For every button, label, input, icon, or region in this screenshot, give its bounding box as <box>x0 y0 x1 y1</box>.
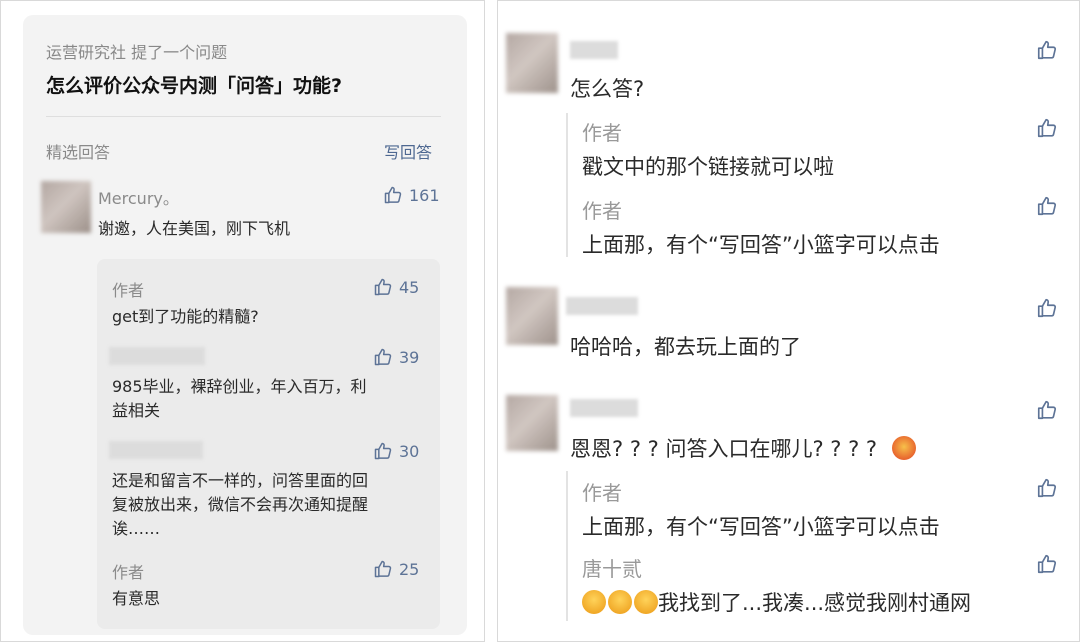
avatar[interactable] <box>506 33 558 93</box>
reply-like-button[interactable]: 25 <box>373 559 419 579</box>
avatar[interactable] <box>41 181 91 233</box>
reply-text-line: 诶…… <box>112 519 161 538</box>
reply-text-line: 复被放出来，微信不会再次通知提醒 <box>112 495 369 514</box>
divider <box>46 116 441 117</box>
reply-text-line: 益相关 <box>112 401 161 420</box>
reply-text-line: 还是和留言不一样的，问答里面的回 <box>112 471 369 490</box>
comment-text: 哈哈哈，都去玩上面的了 <box>570 335 801 359</box>
reply-author[interactable]: 作者 <box>582 477 622 506</box>
reply-like-button[interactable] <box>1036 195 1058 217</box>
reply-author-blurred[interactable] <box>109 441 203 459</box>
like-count: 25 <box>399 559 420 579</box>
avatar[interactable] <box>506 395 558 451</box>
thumbs-up-icon <box>374 348 392 366</box>
comment-text-content: 恩恩? ? ? 问答入口在哪儿? ? ? ? <box>570 437 878 461</box>
reply-thread-line <box>566 113 568 257</box>
write-answer-link[interactable]: 写回答 <box>384 139 432 163</box>
tears-of-joy-emoji <box>608 590 632 614</box>
question-asker: 运营研究社 提了一个问题 <box>46 43 228 62</box>
reply-like-button[interactable]: 39 <box>373 347 419 367</box>
comment-text: 怎么答? <box>570 77 645 101</box>
reply-like-button[interactable]: 30 <box>373 441 419 461</box>
question-title[interactable]: 怎么评价公众号内测「问答」功能? <box>46 71 342 98</box>
reply-text: get到了功能的精髓? <box>112 307 259 326</box>
reply-text: 上面那，有个“写回答”小篮字可以点击 <box>582 515 940 539</box>
commenter-name-blurred[interactable] <box>566 297 638 315</box>
reply-text: 我找到了...我凑...感觉我刚村通网 <box>582 587 971 617</box>
reply-like-button[interactable]: 45 <box>373 277 419 297</box>
thumbs-up-icon <box>374 442 392 460</box>
reply-author-blurred[interactable] <box>109 347 205 365</box>
flushed-face-emoji <box>891 436 916 460</box>
comment-like-button[interactable] <box>1036 39 1058 61</box>
answer-like-button[interactable]: 161 <box>383 185 440 205</box>
reply-author[interactable]: 唐十贰 <box>582 553 642 582</box>
like-count: 39 <box>399 347 420 367</box>
reply-like-button[interactable] <box>1036 477 1058 499</box>
thumbs-up-icon <box>374 560 392 578</box>
answer-text: 谢邀，人在美国，刚下飞机 <box>98 219 291 238</box>
commenter-name-blurred[interactable] <box>570 399 638 417</box>
thumbs-up-icon <box>374 278 392 296</box>
reply-thread-line <box>566 471 568 621</box>
reply-like-button[interactable] <box>1036 117 1058 139</box>
thumbs-up-icon <box>1037 40 1057 60</box>
reply-author[interactable]: 作者 <box>112 559 144 583</box>
avatar[interactable] <box>506 287 558 345</box>
like-count: 30 <box>399 441 420 461</box>
thumbs-up-icon <box>1037 118 1057 138</box>
reply-text: 985毕业，裸辞创业，年入百万，利 益相关 <box>112 375 367 423</box>
reply-text: 上面那，有个“写回答”小篮字可以点击 <box>582 233 940 257</box>
like-count: 161 <box>409 185 440 205</box>
like-count: 45 <box>399 277 420 297</box>
tears-of-joy-emoji <box>634 590 658 614</box>
reply-author[interactable]: 作者 <box>112 277 144 301</box>
thumbs-up-icon <box>1037 298 1057 318</box>
reply-author[interactable]: 作者 <box>582 195 622 224</box>
tears-of-joy-emoji <box>582 590 606 614</box>
left-screenshot-panel: 运营研究社 提了一个问题 怎么评价公众号内测「问答」功能? 精选回答 写回答 M… <box>0 0 485 642</box>
reply-text-content: 我找到了...我凑...感觉我刚村通网 <box>658 591 972 615</box>
answer-author[interactable]: Mercury。 <box>98 185 179 209</box>
reply-text-line: 985毕业，裸辞创业，年入百万，利 <box>112 377 367 396</box>
thumbs-up-icon <box>1037 400 1057 420</box>
thumbs-up-icon <box>1037 478 1057 498</box>
reply-text: 还是和留言不一样的，问答里面的回 复被放出来，微信不会再次通知提醒 诶…… <box>112 469 368 541</box>
thumbs-up-icon <box>384 186 402 204</box>
comment-text: 恩恩? ? ? 问答入口在哪儿? ? ? ? <box>570 433 916 463</box>
thumbs-up-icon <box>1037 554 1057 574</box>
reply-text: 戳文中的那个链接就可以啦 <box>582 155 834 179</box>
comment-like-button[interactable] <box>1036 297 1058 319</box>
thumbs-up-icon <box>1037 196 1057 216</box>
comment-like-button[interactable] <box>1036 399 1058 421</box>
reply-author[interactable]: 作者 <box>582 117 622 146</box>
right-screenshot-panel: 怎么答? 作者 戳文中的那个链接就可以啦 作者 上面那，有个“写回答”小篮字可以… <box>497 0 1080 642</box>
section-label: 精选回答 <box>46 143 111 162</box>
reply-like-button[interactable] <box>1036 553 1058 575</box>
commenter-name-blurred[interactable] <box>570 41 618 59</box>
reply-text: 有意思 <box>112 589 161 608</box>
